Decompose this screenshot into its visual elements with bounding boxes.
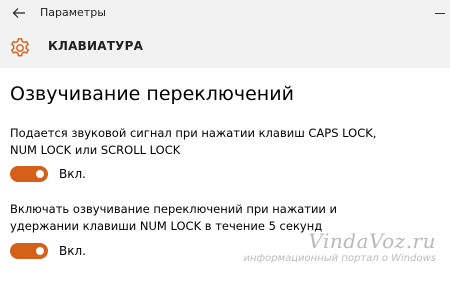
back-arrow-icon (12, 8, 25, 18)
toggle-state-label-2: Вкл. (59, 244, 86, 258)
watermark-subtitle: информационный портал о Windows (243, 253, 436, 264)
section-title: КЛАВИАТУРА (48, 39, 144, 53)
description-line: NUM LOCK или SCROLL LOCK (10, 143, 181, 157)
window-title: Параметры (40, 6, 106, 19)
description-line: Включать озвучивание переключений при на… (10, 202, 338, 216)
title-bar: Параметры (0, 0, 450, 26)
setting-description-1: Подается звуковой сигнал при нажатии кла… (10, 125, 430, 159)
toggle-state-label-1: Вкл. (59, 167, 86, 181)
page-title: Озвучивание переключений (10, 83, 294, 105)
gear-icon (10, 38, 30, 57)
description-line: Подается звуковой сигнал при нажатии кла… (10, 126, 377, 140)
watermark-brand: VindaVoz.ru (308, 229, 436, 253)
page-header: КЛАВИАТУРА (0, 26, 450, 68)
toggle-switch-1[interactable] (10, 166, 48, 182)
toggle-knob (36, 170, 44, 178)
minimize-button[interactable] (428, 4, 450, 22)
toggle-switch-2[interactable] (10, 243, 48, 259)
watermark: VindaVoz.ru информационный портал о Wind… (244, 230, 436, 265)
toggle-knob (36, 247, 44, 255)
minimize-icon (435, 13, 445, 14)
back-button[interactable] (8, 3, 30, 23)
